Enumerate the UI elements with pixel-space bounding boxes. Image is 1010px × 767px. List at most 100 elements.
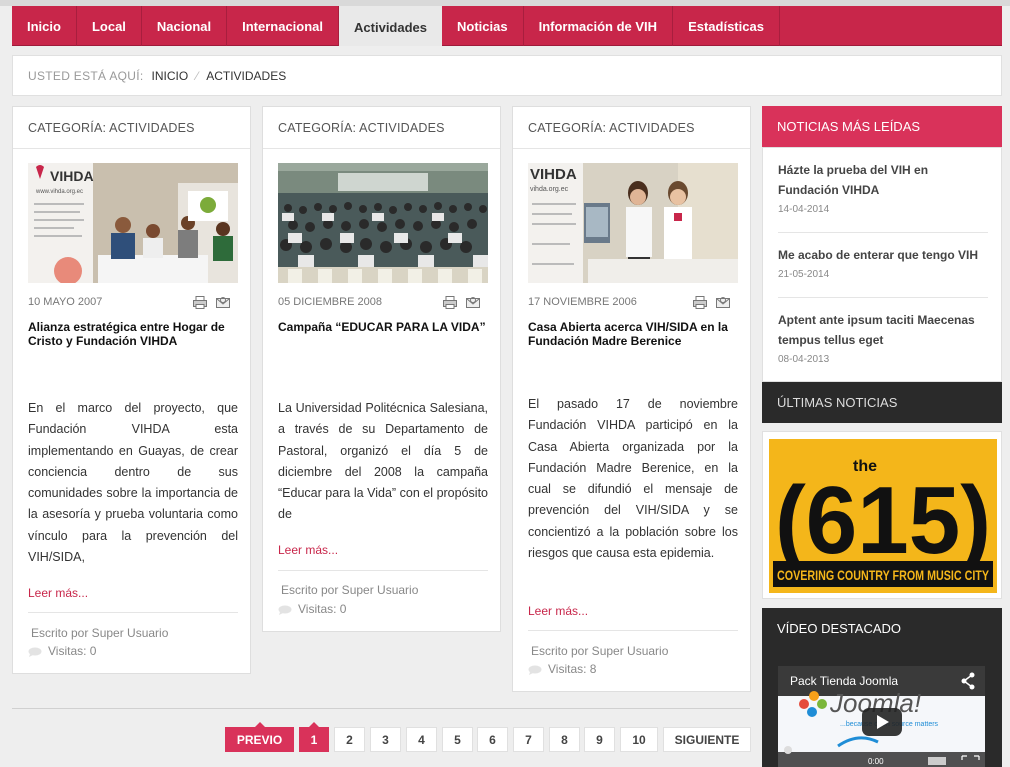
article-footer-divider <box>278 570 488 571</box>
pagination-divider <box>12 708 750 709</box>
pagination-page-7[interactable]: 7 <box>513 727 544 752</box>
divider <box>778 232 988 233</box>
article-author: Escrito por Super Usuario <box>281 583 419 597</box>
comment-bubble-icon <box>278 604 292 615</box>
visits-text: Visitas: 0 <box>48 644 97 658</box>
video-player[interactable]: Pack Tienda Joomla Joomla! ...because op… <box>778 666 985 767</box>
image-logo-text: VIHDA <box>50 168 94 184</box>
pagination-page-10[interactable]: 10 <box>620 727 658 752</box>
article-meta: 17 Noviembre 2006 <box>528 294 738 310</box>
nav-label: Internacional <box>242 18 324 34</box>
pagination-prev-button[interactable]: PREVIO <box>225 722 294 752</box>
main-nav: Inicio Local Nacional Internacional Acti… <box>12 6 1002 46</box>
banner-615[interactable]: the (615) COVERING COUNTRY FROM MUSIC CI… <box>769 439 997 593</box>
nav-label: Nacional <box>156 18 212 34</box>
nav-item-estadisticas[interactable]: Estadísticas <box>673 6 780 46</box>
pagination-page-9[interactable]: 9 <box>584 727 615 752</box>
pagination-page-5[interactable]: 5 <box>442 727 473 752</box>
article-image[interactable]: VIHDA vihda.org.ec <box>528 163 738 283</box>
nav-label: Estadísticas <box>688 18 764 34</box>
popular-news-list: Házte la prueba del VIH en Fundación VIH… <box>762 147 1002 382</box>
article-title[interactable]: Campaña “EDUCAR PARA LA VIDA” <box>278 320 488 334</box>
article-body: La Universidad Politécnica Salesiana, a … <box>278 401 488 522</box>
article-author: Escrito por Super Usuario <box>531 644 669 658</box>
read-more-link[interactable]: Leer más... <box>28 586 88 600</box>
nav-item-noticias[interactable]: Noticias <box>442 6 524 46</box>
nav-label: Inicio <box>27 18 61 34</box>
article-author: Escrito por Super Usuario <box>31 626 169 640</box>
article-meta: 05 Diciembre 2008 <box>278 294 488 310</box>
article-visits: Visitas: 8 <box>528 662 596 676</box>
video-panel: Pack Tienda Joomla Joomla! ...because op… <box>762 649 1002 767</box>
article-card: Categoría: Actividades VIHDA vihda.org.e… <box>512 106 751 692</box>
video-heading: Vídeo destacado <box>762 608 1002 649</box>
email-icon[interactable] <box>466 296 480 309</box>
breadcrumb-current: Actividades <box>206 68 287 83</box>
banner-box: the (615) COVERING COUNTRY FROM MUSIC CI… <box>762 431 1002 599</box>
breadcrumb-home-link[interactable]: Inicio <box>152 69 189 83</box>
image-url-text: www.vihda.org.ec <box>35 189 83 195</box>
popular-news-title[interactable]: Me acabo de enterar que tengo VIH <box>778 245 988 265</box>
nav-label: Información de VIH <box>538 18 658 34</box>
pagination-next-button[interactable]: SIGUIENTE <box>663 727 751 752</box>
read-more-link[interactable]: Leer más... <box>278 543 338 557</box>
article-category: Categoría: Actividades <box>513 107 750 149</box>
breadcrumb-separator: ⁄ <box>196 68 199 83</box>
print-icon[interactable] <box>693 295 707 309</box>
nav-item-nacional[interactable]: Nacional <box>142 6 228 46</box>
article-footer-divider <box>528 630 738 631</box>
pagination-page-4[interactable]: 4 <box>406 727 437 752</box>
read-more-link[interactable]: Leer más... <box>528 604 588 618</box>
nav-item-inicio[interactable]: Inicio <box>12 6 77 46</box>
comment-bubble-icon <box>528 664 542 675</box>
nav-label: Noticias <box>457 18 508 34</box>
article-title[interactable]: Alianza estratégica entre Hogar de Crist… <box>28 320 238 348</box>
article-date: 17 Noviembre 2006 <box>528 296 637 308</box>
youtube-icon[interactable] <box>928 757 946 765</box>
article-body: El pasado 17 de noviembre Fundación VIHD… <box>528 397 738 561</box>
divider <box>778 297 988 298</box>
nav-label: Actividades <box>354 19 428 35</box>
popular-news-date: 21-05-2014 <box>778 269 830 280</box>
email-icon[interactable] <box>716 296 730 309</box>
nav-item-local[interactable]: Local <box>77 6 142 46</box>
article-visits: Visitas: 0 <box>28 644 96 658</box>
popular-news-item[interactable]: Házte la prueba del VIH en Fundación VIH… <box>778 160 988 215</box>
email-icon[interactable] <box>216 296 230 309</box>
latest-news-heading: Últimas noticias <box>762 382 1002 423</box>
play-button-icon[interactable] <box>862 708 902 736</box>
pagination-page-8[interactable]: 8 <box>549 727 580 752</box>
article-image[interactable] <box>278 163 488 283</box>
article-footer-divider <box>28 612 238 613</box>
article-category: Categoría: Actividades <box>13 107 250 149</box>
article-image[interactable]: VIHDA www.vihda.org.ec <box>28 163 238 283</box>
banner-number-text: (615) <box>775 467 991 574</box>
pagination-page-2[interactable]: 2 <box>334 727 365 752</box>
article-meta: 10 Mayo 2007 <box>28 294 238 310</box>
banner-tagline-text: COVERING COUNTRY FROM MUSIC CITY <box>777 567 989 583</box>
popular-news-item[interactable]: Aptent ante ipsum taciti Maecenas tempus… <box>778 310 988 365</box>
article-title[interactable]: Casa Abierta acerca VIH/SIDA en la Funda… <box>528 320 738 348</box>
breadcrumb-label: Usted está aquí: <box>28 68 144 83</box>
comment-bubble-icon <box>28 646 42 657</box>
popular-news-item[interactable]: Me acabo de enterar que tengo VIH 21-05-… <box>778 245 988 280</box>
video-caption: Pack Tienda Joomla <box>790 674 898 688</box>
article-date: 10 Mayo 2007 <box>28 296 103 308</box>
popular-news-date: 08-04-2013 <box>778 354 830 365</box>
nav-item-informacion-vih[interactable]: Información de VIH <box>524 6 674 46</box>
popular-news-title[interactable]: Házte la prueba del VIH en Fundación VIH… <box>778 160 988 200</box>
nav-item-actividades[interactable]: Actividades <box>339 6 443 46</box>
pagination-page-3[interactable]: 3 <box>370 727 401 752</box>
popular-news-date: 14-04-2014 <box>778 204 830 215</box>
pagination-page-6[interactable]: 6 <box>477 727 508 752</box>
pagination-page-1[interactable]: 1 <box>299 722 329 752</box>
article-card: Categoría: Actividades 05 Diciembre 2008 <box>262 106 501 632</box>
nav-item-internacional[interactable]: Internacional <box>227 6 340 46</box>
article-visits: Visitas: 0 <box>278 602 346 616</box>
popular-news-title[interactable]: Aptent ante ipsum taciti Maecenas tempus… <box>778 310 988 350</box>
print-icon[interactable] <box>193 295 207 309</box>
print-icon[interactable] <box>443 295 457 309</box>
popular-news-heading: Noticias más leídas <box>762 106 1002 147</box>
breadcrumb: Usted está aquí: Inicio ⁄ Actividades <box>12 55 1002 96</box>
article-date: 05 Diciembre 2008 <box>278 296 382 308</box>
